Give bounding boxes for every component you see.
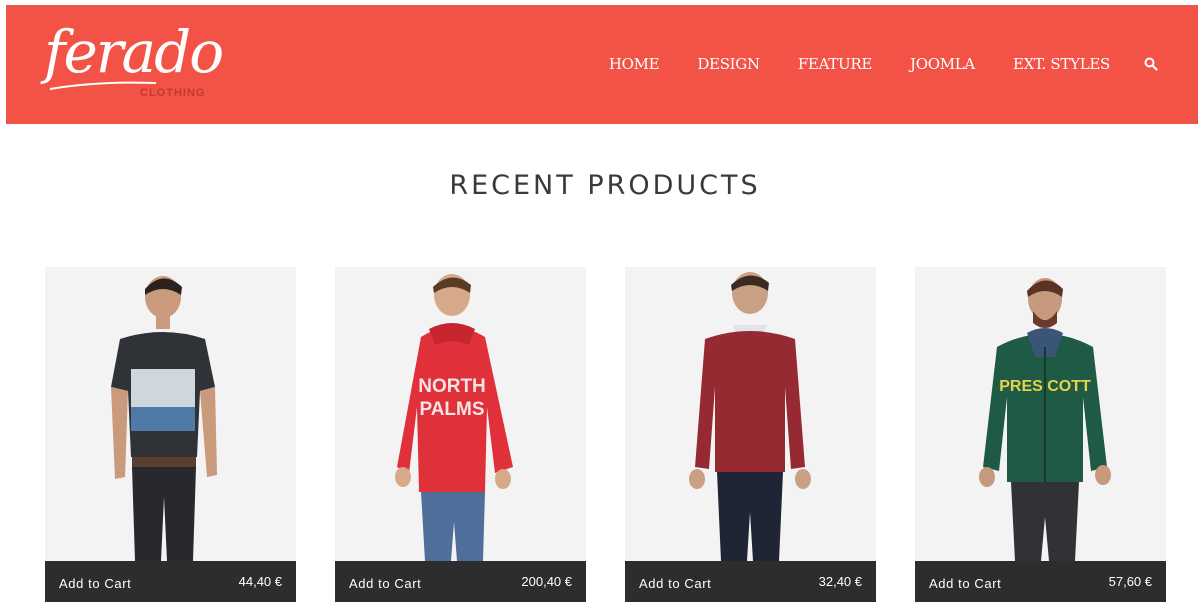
product-image[interactable]: [45, 267, 296, 561]
product-bar: Add to Cart 32,40 €: [625, 561, 876, 602]
logo-wordmark: ferado: [44, 18, 224, 86]
section-title: RECENT PRODUCTS: [449, 170, 761, 201]
nav-item-joomla[interactable]: JOOMLA: [910, 55, 975, 73]
product-price: 44,40 €: [238, 574, 282, 589]
svg-text:PRES COTT: PRES COTT: [999, 378, 1091, 395]
nav-item-design[interactable]: DESIGN: [697, 55, 760, 73]
product-bar: Add to Cart 57,60 €: [915, 561, 1166, 602]
product-card[interactable]: PRES COTT Add to Cart 57,60 €: [915, 267, 1166, 602]
product-card[interactable]: Add to Cart 44,40 €: [45, 267, 296, 602]
add-to-cart-button[interactable]: Add to Cart: [929, 576, 1001, 591]
product-image[interactable]: [625, 267, 876, 561]
site-header: ferado CLOTHING HOME DESIGN FEATURE JOOM…: [6, 5, 1198, 124]
product-bar: Add to Cart 200,40 €: [335, 561, 586, 602]
product-price: 32,40 €: [818, 574, 862, 589]
logo-subtitle: CLOTHING: [140, 87, 206, 99]
nav-item-ext-styles[interactable]: EXT. STYLES: [1013, 55, 1110, 73]
product-price: 200,40 €: [521, 574, 572, 589]
svg-text:NORTH: NORTH: [418, 376, 486, 397]
product-image[interactable]: NORTH PALMS: [335, 267, 586, 561]
product-card[interactable]: NORTH PALMS Add to Cart 200,40 €: [335, 267, 586, 602]
nav-item-home[interactable]: HOME: [609, 55, 660, 73]
brand-logo[interactable]: ferado CLOTHING: [44, 17, 224, 107]
search-icon[interactable]: [1144, 57, 1158, 71]
add-to-cart-button[interactable]: Add to Cart: [59, 576, 131, 591]
product-image[interactable]: PRES COTT: [915, 267, 1166, 561]
nav-item-feature[interactable]: FEATURE: [798, 55, 872, 73]
product-card[interactable]: Add to Cart 32,40 €: [625, 267, 876, 602]
svg-text:PALMS: PALMS: [419, 399, 484, 420]
main-nav: HOME DESIGN FEATURE JOOMLA EXT. STYLES: [609, 55, 1158, 73]
add-to-cart-button[interactable]: Add to Cart: [639, 576, 711, 591]
add-to-cart-button[interactable]: Add to Cart: [349, 576, 421, 591]
product-bar: Add to Cart 44,40 €: [45, 561, 296, 602]
product-price: 57,60 €: [1108, 574, 1152, 589]
